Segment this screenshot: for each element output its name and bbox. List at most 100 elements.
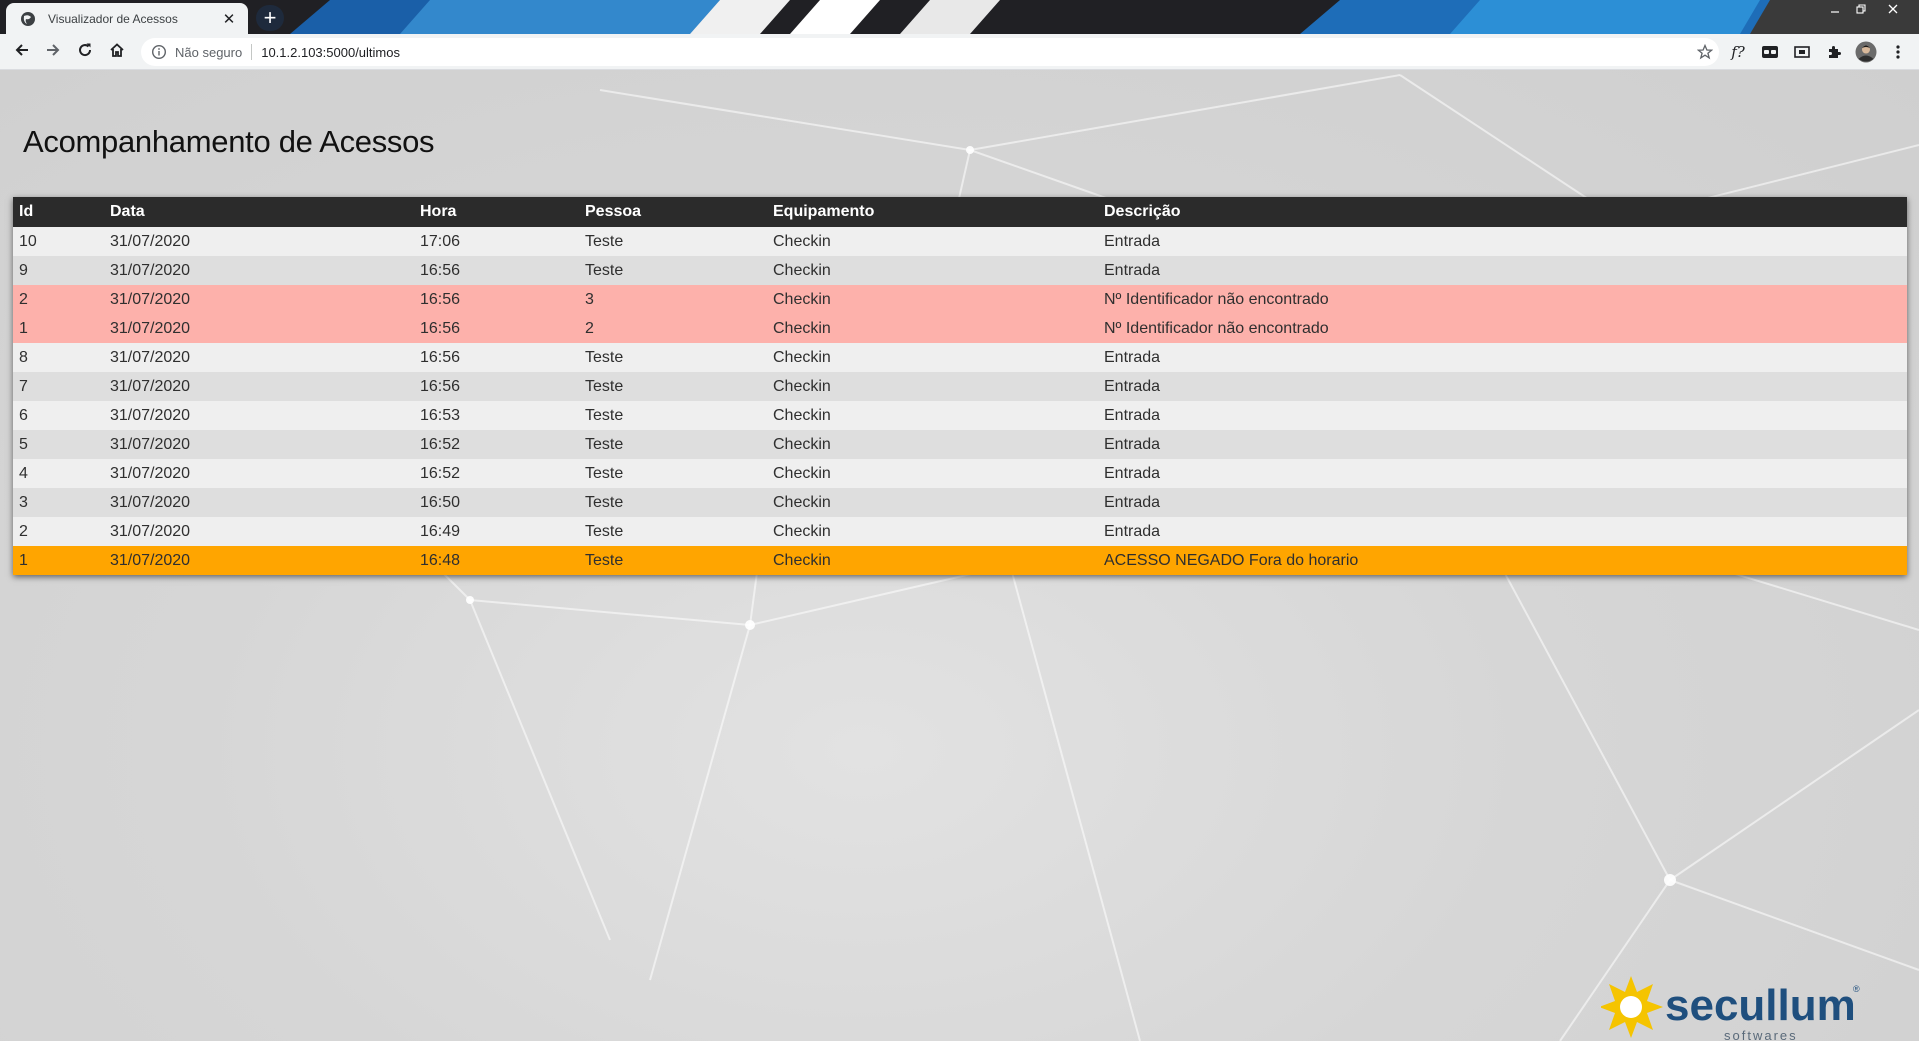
cell-descricao: Entrada bbox=[1098, 517, 1907, 546]
table-row[interactable]: 10 31/07/2020 17:06 Teste Checkin Entrada bbox=[13, 227, 1907, 256]
secullum-logo: secullum ® softwares bbox=[1601, 976, 1860, 1041]
cell-pessoa: Teste bbox=[579, 343, 767, 372]
column-header-equipamento: Equipamento bbox=[767, 197, 1098, 227]
restore-icon[interactable] bbox=[1848, 0, 1874, 18]
minimize-icon[interactable] bbox=[1822, 0, 1848, 18]
cell-descricao: Entrada bbox=[1098, 343, 1907, 372]
column-header-pessoa: Pessoa bbox=[579, 197, 767, 227]
window-close-icon[interactable] bbox=[1880, 0, 1906, 18]
cell-equipamento: Checkin bbox=[767, 285, 1098, 314]
table-header-row: Id Data Hora Pessoa Equipamento Descriçã… bbox=[13, 197, 1907, 227]
cell-data: 31/07/2020 bbox=[104, 488, 414, 517]
cell-id: 3 bbox=[13, 488, 104, 517]
avatar[interactable] bbox=[1854, 40, 1878, 64]
security-label[interactable]: Não seguro bbox=[175, 45, 242, 60]
new-tab-button[interactable]: + bbox=[256, 5, 284, 31]
cell-data: 31/07/2020 bbox=[104, 343, 414, 372]
kebab-menu-icon[interactable] bbox=[1886, 40, 1910, 64]
table-row[interactable]: 2 31/07/2020 16:56 3 Checkin Nº Identificador… bbox=[13, 285, 1907, 314]
media-icon[interactable] bbox=[1790, 40, 1814, 64]
column-header-hora: Hora bbox=[414, 197, 579, 227]
cell-equipamento: Checkin bbox=[767, 546, 1098, 575]
table-row[interactable]: 1 31/07/2020 16:48 Teste Checkin ACESSO NEGAD… bbox=[13, 546, 1907, 575]
cell-data: 31/07/2020 bbox=[104, 314, 414, 343]
table-row[interactable]: 3 31/07/2020 16:50 Teste Checkin Entrada bbox=[13, 488, 1907, 517]
table-row[interactable]: 1 31/07/2020 16:56 2 Checkin Nº Identificador… bbox=[13, 314, 1907, 343]
cell-equipamento: Checkin bbox=[767, 314, 1098, 343]
logo-tagline: softwares bbox=[1724, 1028, 1798, 1041]
cell-data: 31/07/2020 bbox=[104, 256, 414, 285]
address-bar[interactable]: Não seguro 10.1.2.103:5000/ultimos bbox=[141, 38, 1719, 66]
omnibox-divider bbox=[251, 44, 253, 60]
close-icon[interactable]: ✕ bbox=[220, 10, 238, 28]
puzzle-icon[interactable] bbox=[1822, 40, 1846, 64]
cell-id: 8 bbox=[13, 343, 104, 372]
table-row[interactable]: 9 31/07/2020 16:56 Teste Checkin Entrada bbox=[13, 256, 1907, 285]
star-icon[interactable] bbox=[1691, 38, 1719, 66]
cell-hora: 16:56 bbox=[414, 256, 579, 285]
cell-data: 31/07/2020 bbox=[104, 401, 414, 430]
home-icon bbox=[109, 42, 125, 63]
cell-id: 6 bbox=[13, 401, 104, 430]
cell-pessoa: Teste bbox=[579, 256, 767, 285]
home-button[interactable] bbox=[104, 39, 130, 65]
cell-data: 31/07/2020 bbox=[104, 285, 414, 314]
table-row[interactable]: 5 31/07/2020 16:52 Teste Checkin Entrada bbox=[13, 430, 1907, 459]
page-title: Acompanhamento de Acessos bbox=[23, 124, 435, 159]
cell-descricao: Entrada bbox=[1098, 488, 1907, 517]
cell-id: 2 bbox=[13, 285, 104, 314]
info-icon[interactable] bbox=[151, 44, 167, 60]
table-row[interactable]: 4 31/07/2020 16:52 Teste Checkin Entrada bbox=[13, 459, 1907, 488]
cell-equipamento: Checkin bbox=[767, 488, 1098, 517]
cell-hora: 16:56 bbox=[414, 285, 579, 314]
cell-equipamento: Checkin bbox=[767, 430, 1098, 459]
table-row[interactable]: 7 31/07/2020 16:56 Teste Checkin Entrada bbox=[13, 372, 1907, 401]
forward-arrow-icon bbox=[45, 42, 61, 63]
cell-id: 5 bbox=[13, 430, 104, 459]
table-row[interactable]: 6 31/07/2020 16:53 Teste Checkin Entrada bbox=[13, 401, 1907, 430]
cell-id: 10 bbox=[13, 227, 104, 256]
cell-equipamento: Checkin bbox=[767, 459, 1098, 488]
plus-icon: + bbox=[263, 5, 277, 30]
browser-tab[interactable]: Visualizador de Acessos ✕ bbox=[6, 3, 248, 34]
cell-descricao: Entrada bbox=[1098, 430, 1907, 459]
cell-data: 31/07/2020 bbox=[104, 546, 414, 575]
cell-pessoa: Teste bbox=[579, 430, 767, 459]
cell-equipamento: Checkin bbox=[767, 256, 1098, 285]
cell-descricao: Entrada bbox=[1098, 227, 1907, 256]
cell-descricao: Entrada bbox=[1098, 401, 1907, 430]
table-row[interactable]: 2 31/07/2020 16:49 Teste Checkin Entrada bbox=[13, 517, 1907, 546]
cell-equipamento: Checkin bbox=[767, 227, 1098, 256]
reading-mode-icon[interactable] bbox=[1758, 40, 1782, 64]
cell-data: 31/07/2020 bbox=[104, 459, 414, 488]
access-table: Id Data Hora Pessoa Equipamento Descriçã… bbox=[13, 197, 1907, 575]
formula-icon[interactable]: f? bbox=[1726, 40, 1750, 64]
cell-descricao: Entrada bbox=[1098, 459, 1907, 488]
table-body: 10 31/07/2020 17:06 Teste Checkin Entrada 9 31/… bbox=[13, 227, 1907, 575]
reload-button[interactable] bbox=[72, 39, 98, 65]
cell-hora: 16:50 bbox=[414, 488, 579, 517]
cell-hora: 16:52 bbox=[414, 430, 579, 459]
tab-title: Visualizador de Acessos bbox=[48, 11, 178, 26]
cell-id: 4 bbox=[13, 459, 104, 488]
back-arrow-icon bbox=[14, 42, 30, 63]
cell-descricao: Entrada bbox=[1098, 372, 1907, 401]
url-text[interactable]: 10.1.2.103:5000/ultimos bbox=[261, 45, 1691, 60]
tab-strip-background bbox=[0, 0, 1919, 34]
logo-trademark: ® bbox=[1853, 984, 1860, 994]
cell-hora: 16:48 bbox=[414, 546, 579, 575]
forward-button[interactable] bbox=[40, 39, 66, 65]
cell-hora: 17:06 bbox=[414, 227, 579, 256]
cell-data: 31/07/2020 bbox=[104, 517, 414, 546]
cell-hora: 16:56 bbox=[414, 314, 579, 343]
back-button[interactable] bbox=[9, 39, 35, 65]
cell-pessoa: Teste bbox=[579, 459, 767, 488]
cell-id: 1 bbox=[13, 546, 104, 575]
cell-pessoa: 3 bbox=[579, 285, 767, 314]
table-row[interactable]: 8 31/07/2020 16:56 Teste Checkin Entrada bbox=[13, 343, 1907, 372]
cell-pessoa: Teste bbox=[579, 401, 767, 430]
cell-data: 31/07/2020 bbox=[104, 430, 414, 459]
cell-pessoa: Teste bbox=[579, 488, 767, 517]
column-header-id: Id bbox=[13, 197, 104, 227]
cell-id: 1 bbox=[13, 314, 104, 343]
